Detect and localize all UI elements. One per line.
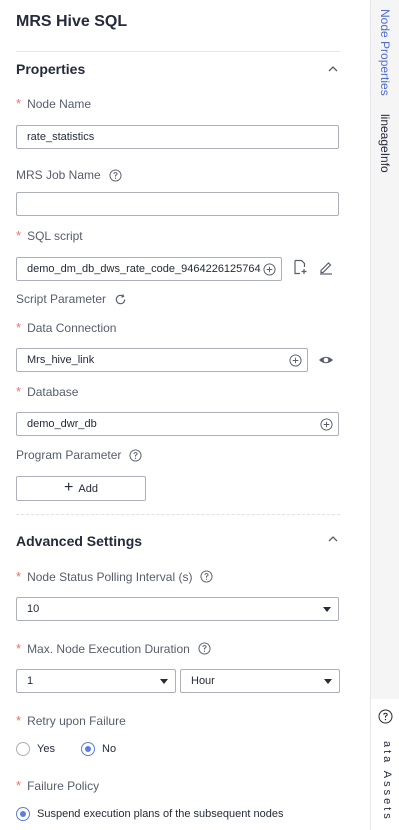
retry-no-option[interactable]: No <box>81 742 116 756</box>
failure-policy-suspend-option[interactable]: Suspend execution plans of the subsequen… <box>16 807 283 821</box>
data-connection-label: * Data Connection <box>16 320 116 335</box>
database-label: * Database <box>16 384 78 399</box>
required-mark: * <box>16 384 22 399</box>
radio-checked-icon[interactable] <box>81 742 95 756</box>
add-circle-icon[interactable] <box>263 263 276 276</box>
add-parameter-button[interactable]: + Add <box>16 476 146 501</box>
new-script-icon[interactable] <box>292 259 308 275</box>
sql-script-label: * SQL script <box>16 228 83 243</box>
data-connection-select[interactable]: Mrs_hive_link <box>16 348 308 372</box>
add-circle-icon[interactable] <box>289 354 302 367</box>
max-duration-label-text: Max. Node Execution Duration <box>27 641 190 656</box>
failure-policy-suspend-label: Suspend execution plans of the subsequen… <box>37 808 284 820</box>
help-icon[interactable] <box>109 168 122 182</box>
retry-yes-label: Yes <box>37 743 55 755</box>
max-duration-value-select[interactable]: 1 <box>16 669 176 693</box>
caret-down-icon <box>160 679 168 684</box>
required-mark: * <box>16 228 22 243</box>
node-name-label: * Node Name <box>16 96 91 111</box>
properties-section-title: Properties <box>16 61 86 77</box>
sql-script-label-text: SQL script <box>27 228 83 243</box>
database-select[interactable]: demo_dwr_db <box>16 412 339 436</box>
section-divider <box>16 514 340 515</box>
required-mark: * <box>16 569 22 584</box>
node-properties-panel: MRS Hive SQL Properties * Node Name rate… <box>0 0 358 830</box>
mrs-job-name-input[interactable] <box>16 192 339 216</box>
tab-node-properties[interactable]: Node Properties <box>378 9 392 96</box>
scrollbar[interactable] <box>358 0 370 830</box>
node-name-input[interactable]: rate_statistics <box>16 125 339 149</box>
advanced-section-title: Advanced Settings <box>16 533 143 549</box>
mrs-job-name-label: MRS Job Name <box>16 168 122 182</box>
polling-interval-value: 10 <box>27 603 40 615</box>
title-divider <box>16 51 340 52</box>
node-name-value: rate_statistics <box>27 131 95 143</box>
chevron-up-icon[interactable] <box>327 63 339 75</box>
sql-script-select[interactable]: demo_dm_db_dws_rate_code_9464226125764 <box>16 257 282 281</box>
radio-checked-icon[interactable] <box>16 807 30 821</box>
polling-interval-label-text: Node Status Polling Interval (s) <box>27 569 193 584</box>
required-mark: * <box>16 320 22 335</box>
database-value: demo_dwr_db <box>27 418 97 430</box>
panel-title: MRS Hive SQL <box>16 13 128 30</box>
tab-lineage-info[interactable]: lineageInfo <box>378 114 392 173</box>
polling-interval-select[interactable]: 10 <box>16 597 339 621</box>
script-parameter-label-text: Script Parameter <box>16 292 107 306</box>
required-mark: * <box>16 641 22 656</box>
required-mark: * <box>16 96 22 111</box>
retry-label: * Retry upon Failure <box>16 713 126 728</box>
eye-icon[interactable] <box>318 352 334 368</box>
caret-down-icon <box>324 679 332 684</box>
plus-icon: + <box>64 478 74 496</box>
failure-policy-label-text: Failure Policy <box>27 778 100 793</box>
script-parameter-label: Script Parameter <box>16 292 127 306</box>
data-assets-label: ata Assets <box>381 741 393 822</box>
sql-script-value: demo_dm_db_dws_rate_code_9464226125764 <box>27 263 261 275</box>
radio-unchecked-icon[interactable] <box>16 742 30 756</box>
program-parameter-label: Program Parameter <box>16 448 142 462</box>
data-connection-label-text: Data Connection <box>27 320 117 335</box>
database-label-text: Database <box>27 384 79 399</box>
retry-no-label: No <box>102 743 117 755</box>
required-mark: * <box>16 778 22 793</box>
caret-down-icon <box>323 607 331 612</box>
help-icon[interactable] <box>378 709 393 724</box>
refresh-icon[interactable] <box>114 293 127 306</box>
max-duration-unit: Hour <box>191 675 215 687</box>
help-icon[interactable] <box>129 448 142 462</box>
max-duration-label: * Max. Node Execution Duration <box>16 641 211 656</box>
help-icon[interactable] <box>198 642 211 655</box>
edit-icon[interactable] <box>318 259 334 275</box>
data-connection-value: Mrs_hive_link <box>27 354 95 366</box>
add-button-label: Add <box>78 482 98 495</box>
required-mark: * <box>16 713 22 728</box>
max-duration-unit-select[interactable]: Hour <box>180 669 340 693</box>
max-duration-value: 1 <box>27 675 34 687</box>
failure-policy-label: * Failure Policy <box>16 778 99 793</box>
help-icon[interactable] <box>200 570 214 583</box>
add-circle-icon[interactable] <box>320 418 333 431</box>
chevron-up-icon[interactable] <box>327 533 339 545</box>
mrs-job-name-label-text: MRS Job Name <box>16 168 101 182</box>
polling-interval-label: * Node Status Polling Interval (s) <box>16 569 214 584</box>
node-name-label-text: Node Name <box>27 96 92 111</box>
retry-yes-option[interactable]: Yes <box>16 742 55 756</box>
program-parameter-label-text: Program Parameter <box>16 448 122 462</box>
retry-label-text: Retry upon Failure <box>27 713 126 728</box>
